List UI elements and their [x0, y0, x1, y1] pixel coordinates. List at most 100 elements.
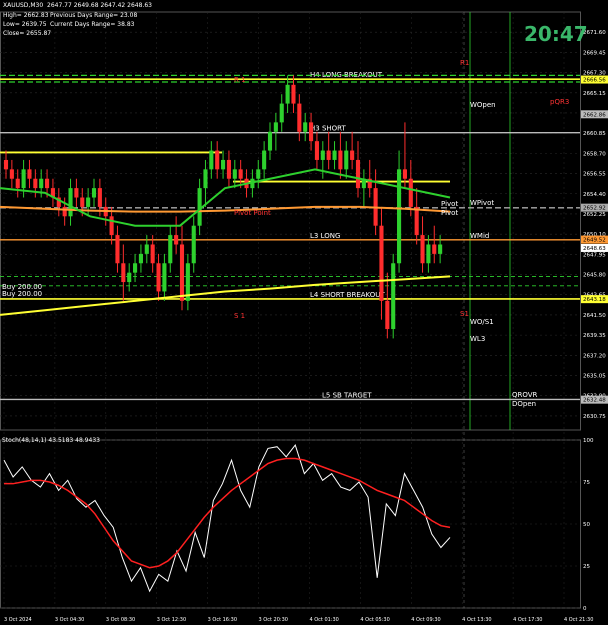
chart-annotation: Buy 200.00 [2, 290, 42, 298]
candle-body [326, 150, 331, 160]
price-tag-label: 2649.52 [583, 238, 606, 244]
candle-body [438, 244, 443, 254]
level-label: L5 SB TARGET [322, 391, 372, 399]
y-tick-label: 2635.05 [583, 374, 606, 380]
candle-body [385, 300, 390, 330]
candle-body [39, 178, 44, 189]
y-tick-label: 2665.15 [583, 91, 606, 97]
prev-range-label: Previous Days Range= 23.08 [50, 12, 138, 19]
current-range-label: Current Days Range= 38.83 [50, 21, 135, 28]
candle-body [426, 244, 431, 264]
candle-body [174, 235, 179, 245]
candle-body [74, 188, 79, 198]
stoch-y-tick-label: 75 [583, 480, 590, 486]
x-tick-label: 4 Oct 09:30 [411, 617, 440, 623]
candle-body [33, 178, 38, 189]
candle-body [191, 225, 196, 264]
x-tick-label: 3 Oct 04:30 [55, 617, 84, 623]
candle-body [379, 225, 384, 301]
y-tick-label: 2641.50 [583, 313, 606, 319]
stoch-label: Stoch(48,14,1) 43.5183 48.9433 [2, 437, 100, 444]
candle-body [238, 169, 243, 179]
candle-body [262, 150, 267, 170]
candle-body [179, 244, 185, 301]
candle-body [80, 197, 85, 207]
candle-body [402, 169, 407, 179]
candle-body [68, 188, 73, 217]
candle-body [309, 122, 314, 142]
stoch-y-tick-label: 25 [583, 564, 590, 570]
price-tag-label: 2643.18 [583, 297, 606, 303]
chart-annotation: WO/S1 [470, 318, 494, 326]
candle-body [144, 244, 149, 254]
candle-body [232, 169, 237, 179]
candle-body [3, 159, 9, 170]
candle-body [291, 84, 296, 104]
x-tick-label: 4 Oct 05:30 [360, 617, 389, 623]
x-tick-label: 4 Oct 13:30 [462, 617, 491, 623]
chart-annotation: S1 [460, 310, 469, 318]
candle-body [332, 150, 337, 160]
candle-body [91, 188, 97, 198]
close-label: Close= 2655.87 [3, 30, 52, 37]
level-label: L4 SHORT BREAKOUT [310, 291, 385, 299]
candle-body [21, 169, 26, 189]
main-frame [0, 11, 581, 431]
candle-body [350, 150, 355, 160]
y-tick-label: 2647.95 [583, 252, 606, 258]
candle-body [314, 141, 319, 160]
stoch-y-tick-label: 50 [583, 522, 590, 528]
x-tick-label: 4 Oct 01:30 [309, 617, 338, 623]
price-tag-label: 2632.48 [583, 398, 606, 404]
candle-body [86, 197, 91, 207]
candle-body [121, 263, 126, 283]
candle-body [414, 206, 419, 236]
candle-body [15, 178, 20, 189]
x-tick-label: 3 Oct 20:30 [259, 617, 288, 623]
candle-body [162, 263, 167, 292]
chart-annotation: R1 [460, 59, 469, 67]
x-tick-label: 3 Oct 16:30 [208, 617, 237, 623]
candle-body [9, 169, 14, 179]
candle-body [344, 150, 349, 170]
candle-body [221, 159, 226, 170]
candle-body [267, 131, 273, 151]
candle-body [27, 169, 32, 179]
clock: 20:47 [524, 22, 588, 46]
candle-body [97, 188, 102, 207]
chart-annotation: QROVR [512, 391, 538, 399]
x-tick-label: 3 Oct 08:30 [106, 617, 135, 623]
price-chart[interactable]: 2671.602669.452667.302665.152663.002660.… [0, 0, 608, 625]
price-tag-label: 2652.92 [583, 206, 606, 212]
level-label: Pivot [441, 200, 458, 208]
stoch-y-tick-label: 0 [583, 606, 587, 612]
price-tag-label: 2666.56 [583, 78, 606, 84]
candle-body [256, 169, 261, 179]
candle-body [297, 103, 302, 132]
y-tick-label: 2630.75 [583, 414, 606, 420]
level-label: H3 SHORT [310, 125, 347, 133]
y-tick-label: 2656.55 [583, 172, 606, 178]
chart-annotation: R 1 [234, 76, 246, 84]
chart-annotation: S 1 [234, 312, 245, 320]
x-tick-label: 3 Oct 2024 [4, 617, 32, 623]
ohlc-label: 2647.77 2649.68 2647.42 2648.63 [47, 2, 152, 9]
candle-body [408, 178, 413, 207]
high-label: High= 2662.83 [3, 12, 49, 19]
candle-body [279, 103, 284, 123]
y-tick-label: 2639.35 [583, 333, 606, 339]
level-label: L3 LONG [310, 232, 340, 240]
candle-body [62, 206, 67, 217]
y-tick-label: 2645.80 [583, 273, 606, 279]
candle-body [168, 235, 173, 264]
candle-body [45, 178, 50, 189]
candle-body [138, 253, 143, 264]
candle-body [226, 159, 231, 179]
candle-body [432, 244, 437, 254]
candle-body [320, 150, 325, 160]
chart-annotation: DOpen [512, 400, 536, 408]
y-tick-label: 2637.20 [583, 353, 606, 359]
x-tick-label: 3 Oct 12:30 [157, 617, 186, 623]
candle-body [397, 169, 402, 264]
price-tag-label: 2648.63 [583, 246, 606, 252]
